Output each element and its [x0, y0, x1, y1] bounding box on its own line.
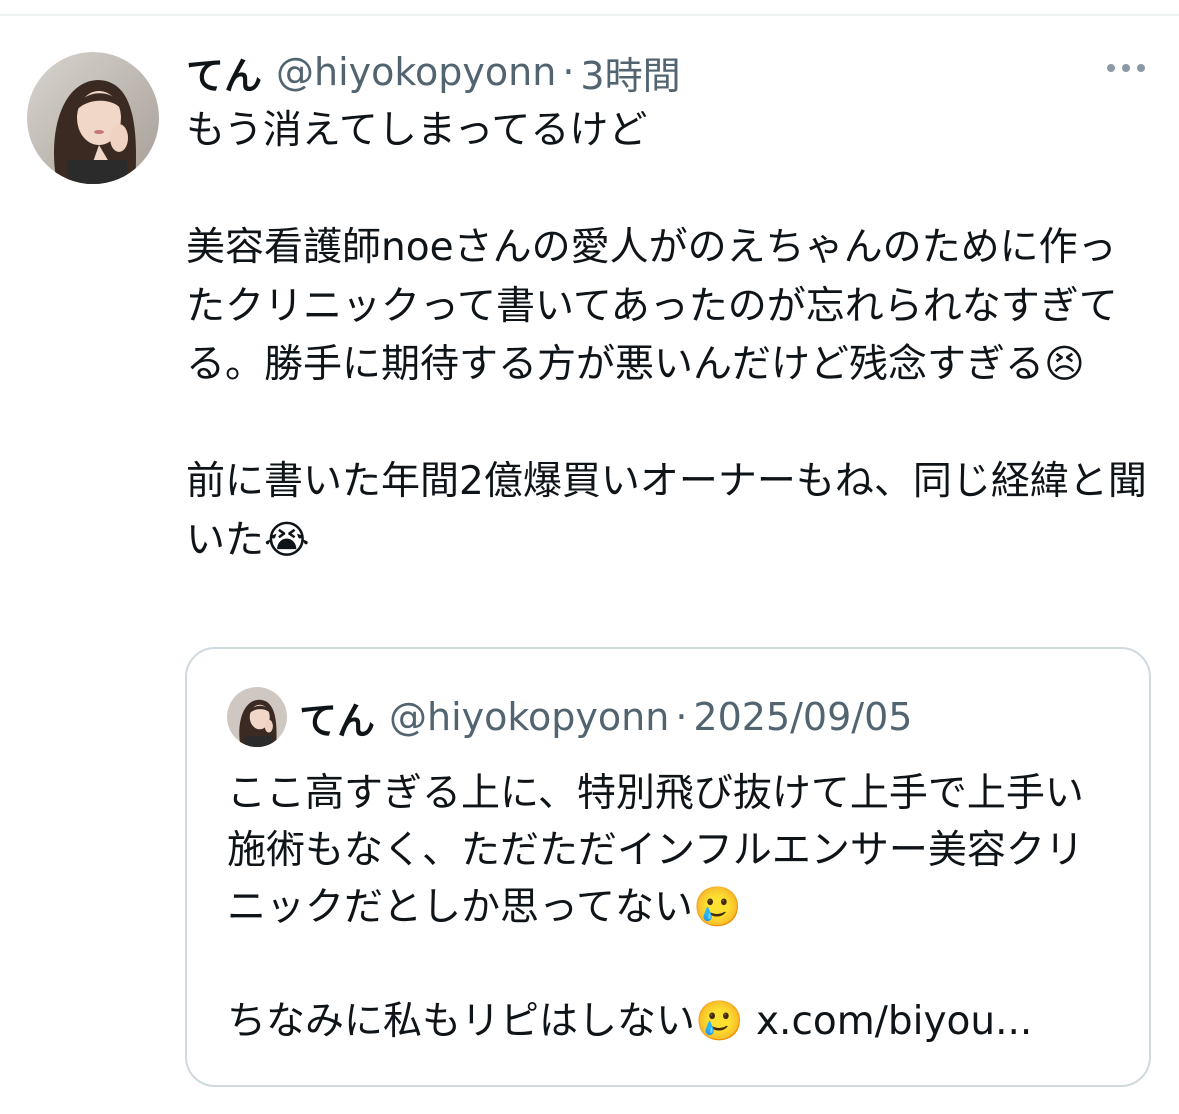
quoted-tweet-header: てん @hiyokopyonn · 2025/09/05 [299, 687, 912, 747]
quoted-tweet-card[interactable]: てん @hiyokopyonn · 2025/09/05 ここ高すぎる上に、特別… [185, 647, 1151, 1087]
tweet-time[interactable]: 3時間 [580, 45, 680, 100]
top-divider [0, 14, 1179, 16]
quoted-author-name[interactable]: てん [299, 690, 375, 745]
quoted-tweet-link[interactable]: x.com/biyou... [756, 999, 1032, 1044]
quoted-tweet-date[interactable]: 2025/09/05 [693, 695, 912, 739]
author-avatar[interactable] [27, 52, 159, 184]
profile-photo-icon [27, 52, 159, 184]
quoted-author-handle[interactable]: @hiyokopyonn [389, 695, 669, 739]
author-handle[interactable]: @hiyokopyonn [276, 50, 556, 94]
separator-dot: · [562, 50, 575, 94]
quoted-tweet-text: ここ高すぎる上に、特別飛び抜けて上手で上手い施術もなく、ただただインフルエンサー… [227, 765, 1117, 1050]
more-dots-icon[interactable] [1103, 56, 1149, 80]
author-name[interactable]: てん [186, 45, 262, 100]
tweet-text: もう消えてしまってるけど 美容看護師noeさんの愛人がのえちゃんのために作ったク… [186, 108, 1147, 563]
quoted-author-avatar[interactable] [227, 687, 287, 747]
tweet-header: てん @hiyokopyonn · 3時間 [186, 42, 681, 102]
separator-dot: · [675, 695, 688, 739]
profile-photo-icon [227, 687, 287, 747]
